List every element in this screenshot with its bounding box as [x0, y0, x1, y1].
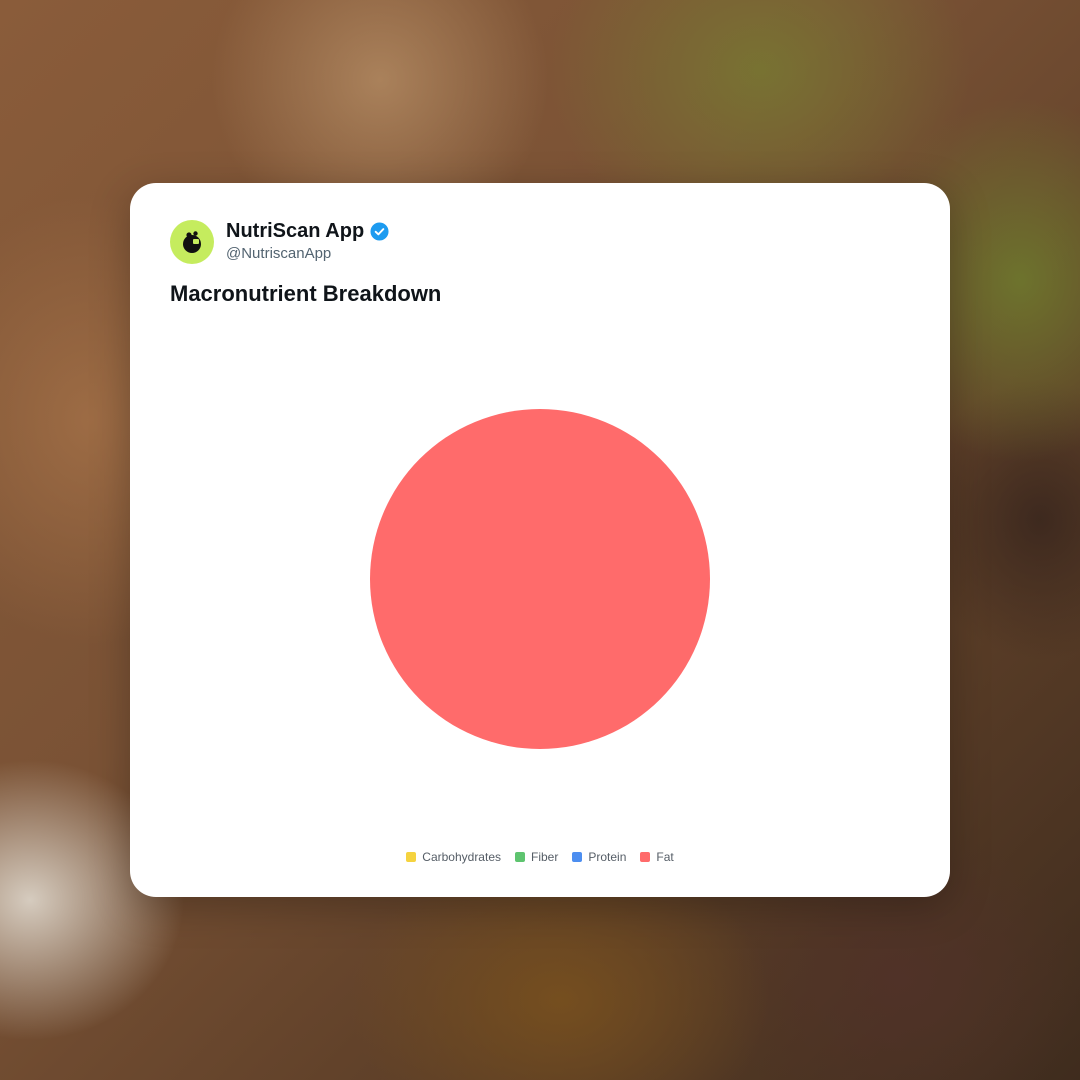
legend-item-fat[interactable]: Fat — [640, 850, 674, 864]
legend-swatch — [406, 852, 417, 862]
post-card: NutriScan App @NutriscanApp Macronutrien… — [130, 183, 950, 897]
chart-legend: Carbohydrates Fiber Protein Fat — [130, 850, 950, 864]
legend-swatch — [515, 852, 525, 862]
legend-label: Fiber — [531, 850, 559, 864]
legend-label: Carbohydrates — [422, 850, 501, 864]
legend-label: Protein — [588, 850, 627, 864]
legend-item-protein[interactable]: Protein — [572, 850, 626, 864]
legend-swatch — [640, 852, 651, 862]
pie-slice-fat[interactable] — [370, 409, 710, 749]
legend-item-fiber[interactable]: Fiber — [515, 850, 558, 864]
legend-swatch — [572, 852, 583, 862]
pie-chart — [370, 409, 710, 749]
legend-item-carbohydrates[interactable]: Carbohydrates — [406, 850, 501, 864]
legend-label: Fat — [656, 850, 674, 864]
